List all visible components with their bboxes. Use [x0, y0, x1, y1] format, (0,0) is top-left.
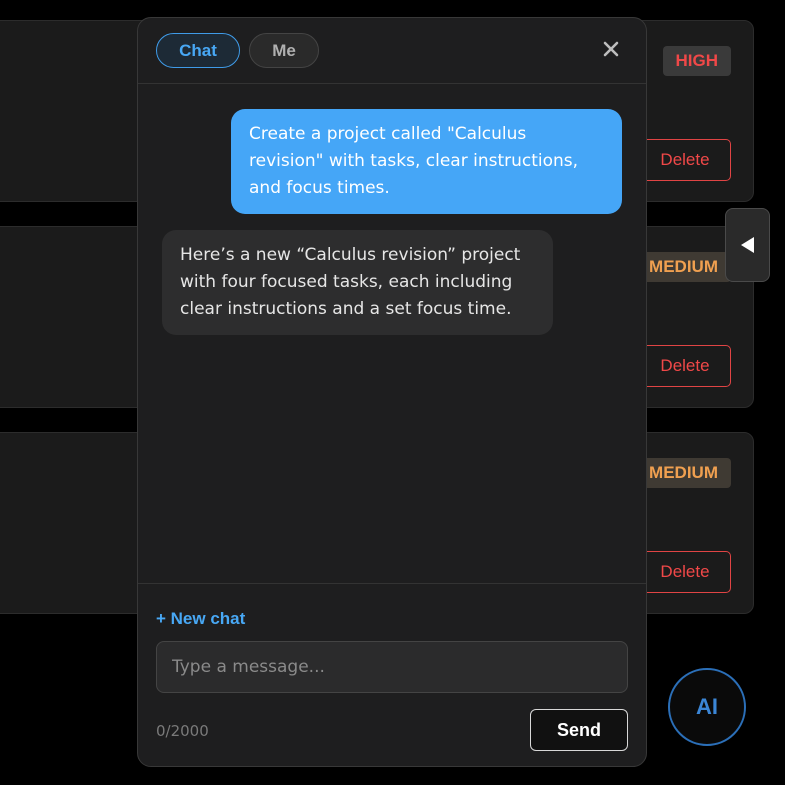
user-message: Create a project called "Calculus revisi… — [231, 109, 622, 214]
tab-me[interactable]: Me — [249, 33, 319, 68]
priority-badge: MEDIUM — [636, 458, 731, 488]
chat-header: Chat Me — [138, 18, 646, 84]
delete-button[interactable]: Delete — [639, 345, 731, 387]
priority-badge: MEDIUM — [636, 252, 731, 282]
new-chat-button[interactable]: + New chat — [156, 609, 245, 629]
triangle-left-icon — [740, 237, 754, 253]
character-counter: 0/2000 — [156, 722, 209, 740]
priority-badge: HIGH — [662, 46, 731, 76]
delete-button[interactable]: Delete — [639, 551, 731, 593]
message-list: Create a project called "Calculus revisi… — [138, 85, 646, 583]
tab-chat[interactable]: Chat — [156, 33, 240, 68]
close-icon — [603, 41, 619, 57]
delete-button[interactable]: Delete — [639, 139, 731, 181]
message-input[interactable] — [156, 641, 628, 693]
collapse-panel-button[interactable] — [725, 208, 770, 282]
close-chat-button[interactable] — [600, 38, 622, 60]
ai-assistant-button[interactable]: AI — [668, 668, 746, 746]
assistant-message: Here’s a new “Calculus revision” project… — [162, 230, 553, 335]
chat-panel: Chat Me Create a project called "Calculu… — [137, 17, 647, 767]
chat-footer: + New chat 0/2000 Send — [138, 583, 646, 766]
send-button[interactable]: Send — [530, 709, 628, 751]
app-stage: HIGH Delete MEDIUM Delete MEDIUM Delete … — [0, 0, 785, 785]
